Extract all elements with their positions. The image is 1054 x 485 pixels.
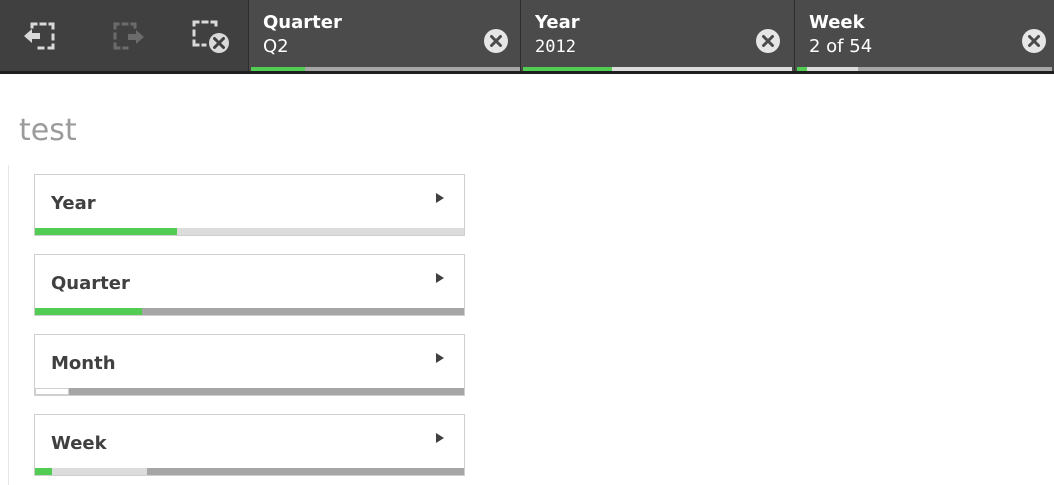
state-segment-excluded: [142, 308, 464, 315]
state-segment-excluded: [146, 468, 464, 475]
state-segment-alternative: [52, 468, 147, 475]
step-back-icon: [24, 22, 55, 49]
selection-chip-quarter[interactable]: Quarter Q2: [248, 0, 522, 71]
clear-all-icon: [192, 20, 229, 53]
state-segment-selected: [35, 228, 177, 235]
filter-state-bar: [35, 308, 464, 315]
filter-pane-label: Quarter: [51, 273, 130, 294]
state-segment-selected: [35, 468, 53, 475]
chip-selected-value: Q2: [263, 36, 289, 57]
state-segment-excluded: [69, 388, 464, 395]
state-segment-possible: [35, 388, 70, 395]
chip-field-name: Quarter: [263, 12, 342, 33]
filter-pane-label: Month: [51, 353, 116, 374]
filter-state-bar: [35, 468, 464, 475]
state-segment-excluded: [858, 67, 1052, 71]
step-forward-button[interactable]: [84, 0, 168, 71]
state-segment-selected: [35, 308, 143, 315]
sheet-divider: [8, 165, 9, 485]
filter-state-bar: [35, 228, 464, 235]
clear-selection-icon[interactable]: [484, 29, 508, 53]
state-segment-alternative: [611, 67, 792, 71]
filter-pane-label: Week: [51, 433, 107, 454]
chip-selected-value: 2012: [535, 37, 576, 57]
filter-state-bar: [35, 388, 464, 395]
state-segment-alternative: [176, 228, 464, 235]
state-segment-selected: [251, 67, 305, 71]
clear-selection-icon[interactable]: [1022, 29, 1046, 53]
filter-pane-week[interactable]: Week: [34, 414, 465, 476]
clear-selection-icon[interactable]: [756, 29, 780, 53]
step-back-button[interactable]: [0, 0, 84, 71]
expand-arrow-icon: [436, 433, 444, 443]
chip-field-name: Week: [809, 12, 865, 33]
state-segment-excluded: [304, 67, 520, 71]
clear-all-button[interactable]: [168, 0, 252, 71]
filter-pane-year[interactable]: Year: [34, 174, 465, 236]
chip-field-name: Year: [535, 12, 580, 33]
chip-selected-value: 2 of 54: [809, 36, 873, 57]
state-segment-selected: [797, 67, 808, 71]
selection-chip-year[interactable]: Year 2012: [520, 0, 794, 71]
chip-state-bar: [797, 67, 1052, 71]
state-segment-alternative: [807, 67, 859, 71]
chip-state-bar: [251, 67, 520, 71]
chip-state-bar: [523, 67, 792, 71]
filter-pane-month[interactable]: Month: [34, 334, 465, 396]
filter-pane-label: Year: [51, 193, 96, 214]
state-segment-selected: [523, 67, 612, 71]
filter-pane-quarter[interactable]: Quarter: [34, 254, 465, 316]
expand-arrow-icon: [436, 353, 444, 363]
expand-arrow-icon: [436, 193, 444, 203]
expand-arrow-icon: [436, 273, 444, 283]
step-forward-icon: [113, 22, 144, 49]
sheet-title: test: [19, 113, 77, 148]
selections-toolbar: Quarter Q2 Year 2012 Week 2 of 54: [0, 0, 1054, 74]
selection-chip-week[interactable]: Week 2 of 54: [794, 0, 1054, 71]
